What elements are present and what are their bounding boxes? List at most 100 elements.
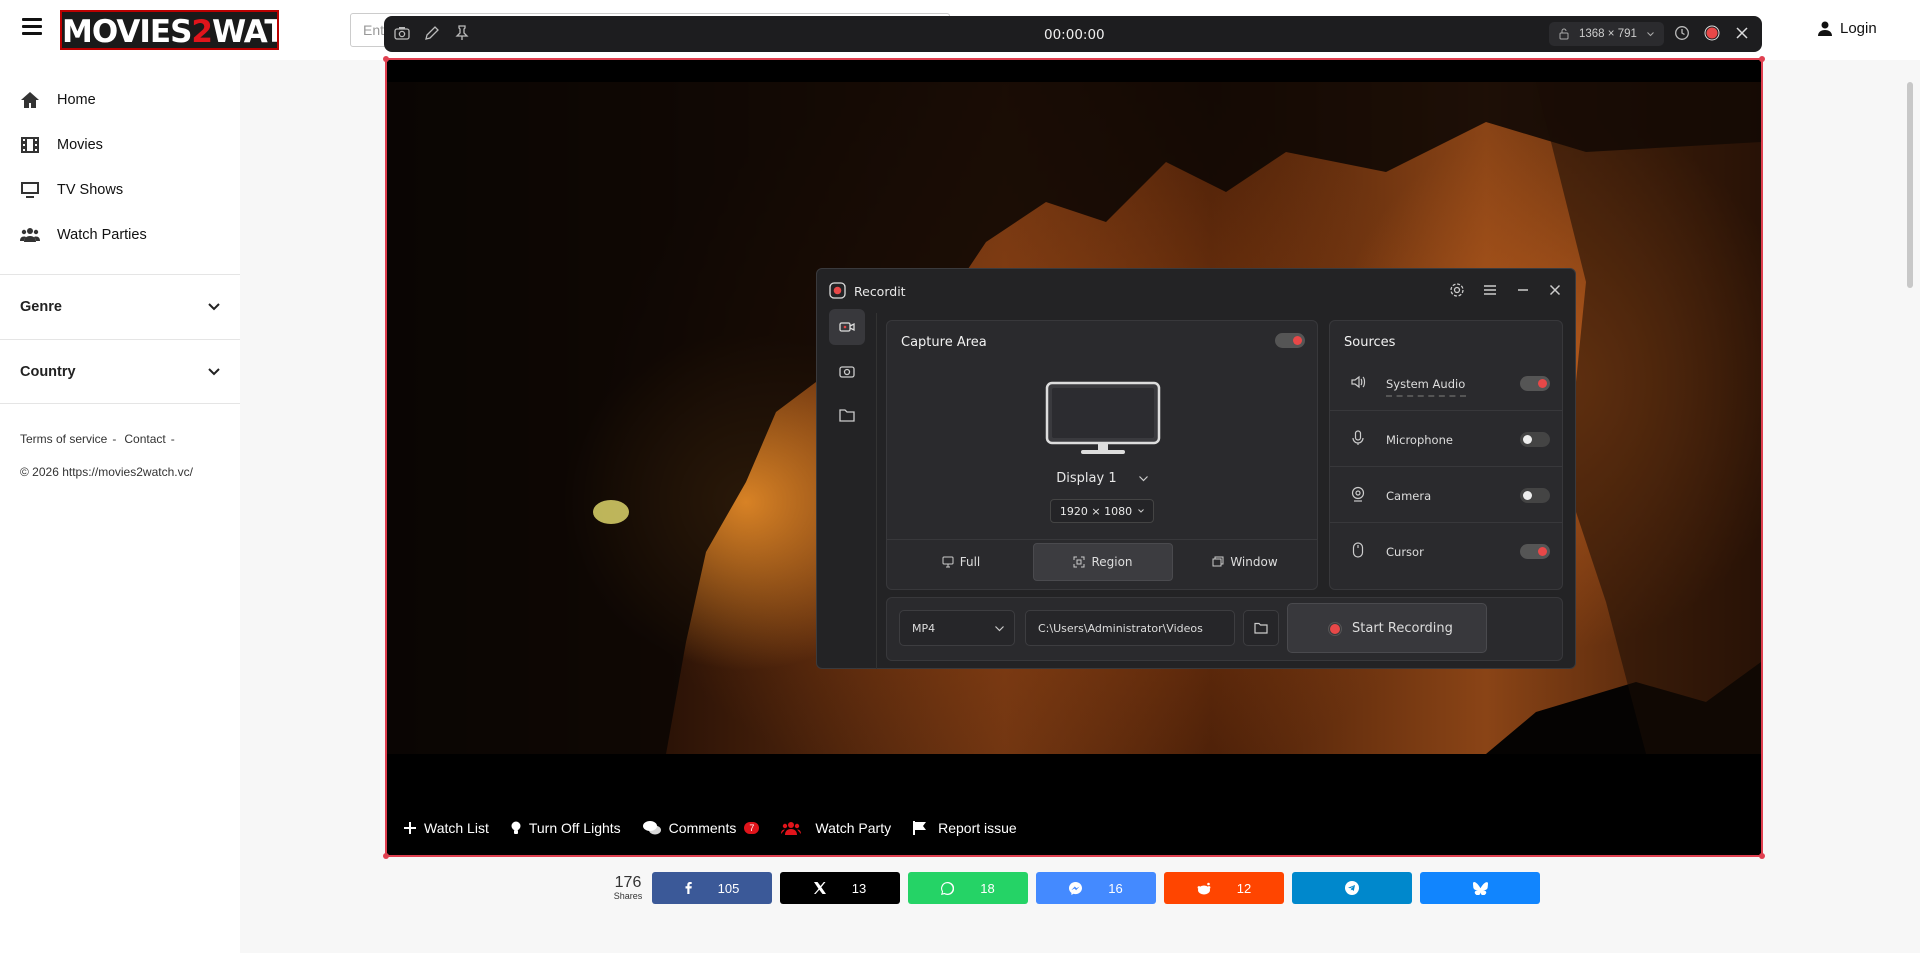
recording-timer: 00:00:00 — [1044, 27, 1105, 43]
source-cursor: Cursor — [1330, 523, 1562, 579]
mode-window-button[interactable]: Window — [1175, 543, 1315, 581]
lock-icon[interactable] — [1559, 28, 1569, 40]
chevron-down-icon — [1138, 476, 1148, 482]
sidebar: Home Movies TV Shows Watch Parties Genre… — [0, 60, 240, 953]
monitor-icon — [1045, 381, 1161, 454]
share-bluesky-button[interactable] — [1420, 872, 1540, 904]
pen-icon[interactable] — [424, 25, 440, 41]
menu-icon[interactable] — [1482, 282, 1498, 298]
camera-icon[interactable] — [394, 25, 410, 41]
search-placeholder: Ent — [363, 22, 385, 38]
comments-count-badge: 7 — [744, 822, 760, 834]
genre-dropdown[interactable]: Genre — [0, 274, 240, 339]
format-label: MP4 — [912, 621, 936, 635]
resolution-label: 1920 × 1080 — [1059, 504, 1133, 518]
capture-mode-group: Full Region Window — [891, 543, 1315, 583]
video-camera-icon — [839, 322, 855, 332]
sidebar-item-movies[interactable]: Movies — [0, 122, 240, 167]
lights-label: Turn Off Lights — [528, 820, 621, 836]
display-select[interactable]: Display 1 — [887, 471, 1317, 486]
camera-toggle[interactable] — [1520, 488, 1550, 503]
recordit-titlebar[interactable]: Recordit — [817, 269, 1575, 313]
logo-two: 2 — [191, 14, 213, 50]
cursor-toggle[interactable] — [1520, 544, 1550, 559]
watch-party-button[interactable]: Watch Party — [781, 820, 891, 836]
user-icon — [1818, 21, 1832, 36]
system-audio-toggle[interactable] — [1520, 376, 1550, 391]
mode-full-button[interactable]: Full — [891, 543, 1031, 581]
window-icon — [1212, 556, 1224, 567]
files-button[interactable] — [829, 397, 865, 433]
tv-icon — [21, 181, 39, 198]
source-label: Microphone — [1386, 433, 1453, 447]
x-logo-icon — [813, 882, 826, 894]
screenshot-mode-button[interactable] — [829, 353, 865, 389]
share-count-label: 13 — [851, 880, 867, 896]
terms-link[interactable]: Terms of service — [20, 432, 107, 446]
chevron-down-icon — [1138, 509, 1144, 513]
reddit-icon — [1197, 882, 1211, 894]
sidebar-item-home[interactable]: Home — [0, 77, 240, 122]
source-system-audio: System Audio — [1330, 355, 1562, 411]
sidebar-item-tv-shows[interactable]: TV Shows — [0, 167, 240, 212]
share-x-button[interactable]: 13 — [780, 872, 900, 904]
monitor-icon — [942, 556, 954, 568]
share-count-label: 105 — [717, 880, 740, 896]
whatsapp-icon — [941, 881, 955, 895]
login-button[interactable]: Login — [1818, 20, 1877, 37]
country-dropdown[interactable]: Country — [0, 339, 240, 404]
settings-gear-icon[interactable] — [1449, 282, 1465, 298]
folder-icon — [1254, 622, 1268, 634]
start-recording-button[interactable]: Start Recording — [1287, 603, 1487, 653]
browse-folder-button[interactable] — [1243, 610, 1279, 646]
comments-button[interactable]: Comments 7 — [642, 820, 760, 836]
share-count: 176 Shares — [610, 875, 646, 902]
site-logo[interactable]: MOVIES2WATCH — [60, 10, 279, 50]
share-count-label: 18 — [980, 880, 995, 896]
hamburger-menu-icon[interactable] — [22, 18, 42, 38]
video-mode-button[interactable] — [829, 309, 865, 345]
share-bar: 176 Shares 105 13 18 16 12 — [610, 872, 1548, 904]
watch-list-button[interactable]: Watch List — [404, 820, 489, 836]
format-select[interactable]: MP4 — [899, 610, 1015, 646]
record-icon[interactable] — [1704, 25, 1720, 41]
camera-icon — [839, 366, 855, 378]
capture-area-toggle[interactable] — [1275, 333, 1305, 348]
microphone-toggle[interactable] — [1520, 432, 1550, 447]
resolution-select[interactable]: 1920 × 1080 — [1050, 499, 1154, 523]
share-messenger-button[interactable]: 16 — [1036, 872, 1156, 904]
contact-link[interactable]: Contact — [124, 432, 165, 446]
sidebar-item-watch-parties[interactable]: Watch Parties — [0, 212, 240, 257]
lightbulb-icon — [511, 821, 521, 834]
turn-off-lights-button[interactable]: Turn Off Lights — [511, 820, 621, 836]
share-count-label: 12 — [1236, 880, 1252, 896]
pin-icon[interactable] — [454, 25, 470, 41]
flag-icon — [913, 821, 927, 835]
close-icon[interactable] — [1547, 282, 1563, 298]
dimensions-label: 1368 × 791 — [1579, 28, 1637, 40]
mode-label: Window — [1230, 555, 1278, 569]
display-label: Display 1 — [1056, 471, 1117, 486]
output-path-label: C:\Users\Administrator\Videos — [1038, 621, 1203, 635]
home-icon — [21, 91, 39, 108]
share-telegram-button[interactable] — [1292, 872, 1412, 904]
plus-icon — [404, 822, 416, 834]
recordit-title: Recordit — [854, 284, 906, 299]
mode-region-button[interactable]: Region — [1033, 543, 1173, 581]
webcam-icon — [1351, 486, 1365, 502]
close-icon[interactable] — [1734, 25, 1750, 41]
share-facebook-button[interactable]: 105 — [652, 872, 772, 904]
page-scrollbar[interactable] — [1907, 82, 1913, 288]
timer-clock-icon[interactable] — [1674, 25, 1690, 41]
share-reddit-button[interactable]: 12 — [1164, 872, 1284, 904]
speaker-icon — [1351, 375, 1366, 389]
separator: - — [112, 432, 117, 446]
minimize-icon[interactable] — [1515, 282, 1531, 298]
output-path-field[interactable]: C:\Users\Administrator\Videos — [1025, 610, 1235, 646]
region-dimensions-select[interactable]: 1368 × 791 — [1549, 22, 1664, 46]
recordit-sidebar — [817, 309, 877, 669]
share-whatsapp-button[interactable]: 18 — [908, 872, 1028, 904]
sources-title: Sources — [1344, 335, 1396, 350]
mode-label: Region — [1091, 555, 1133, 569]
report-issue-button[interactable]: Report issue — [913, 820, 1017, 836]
